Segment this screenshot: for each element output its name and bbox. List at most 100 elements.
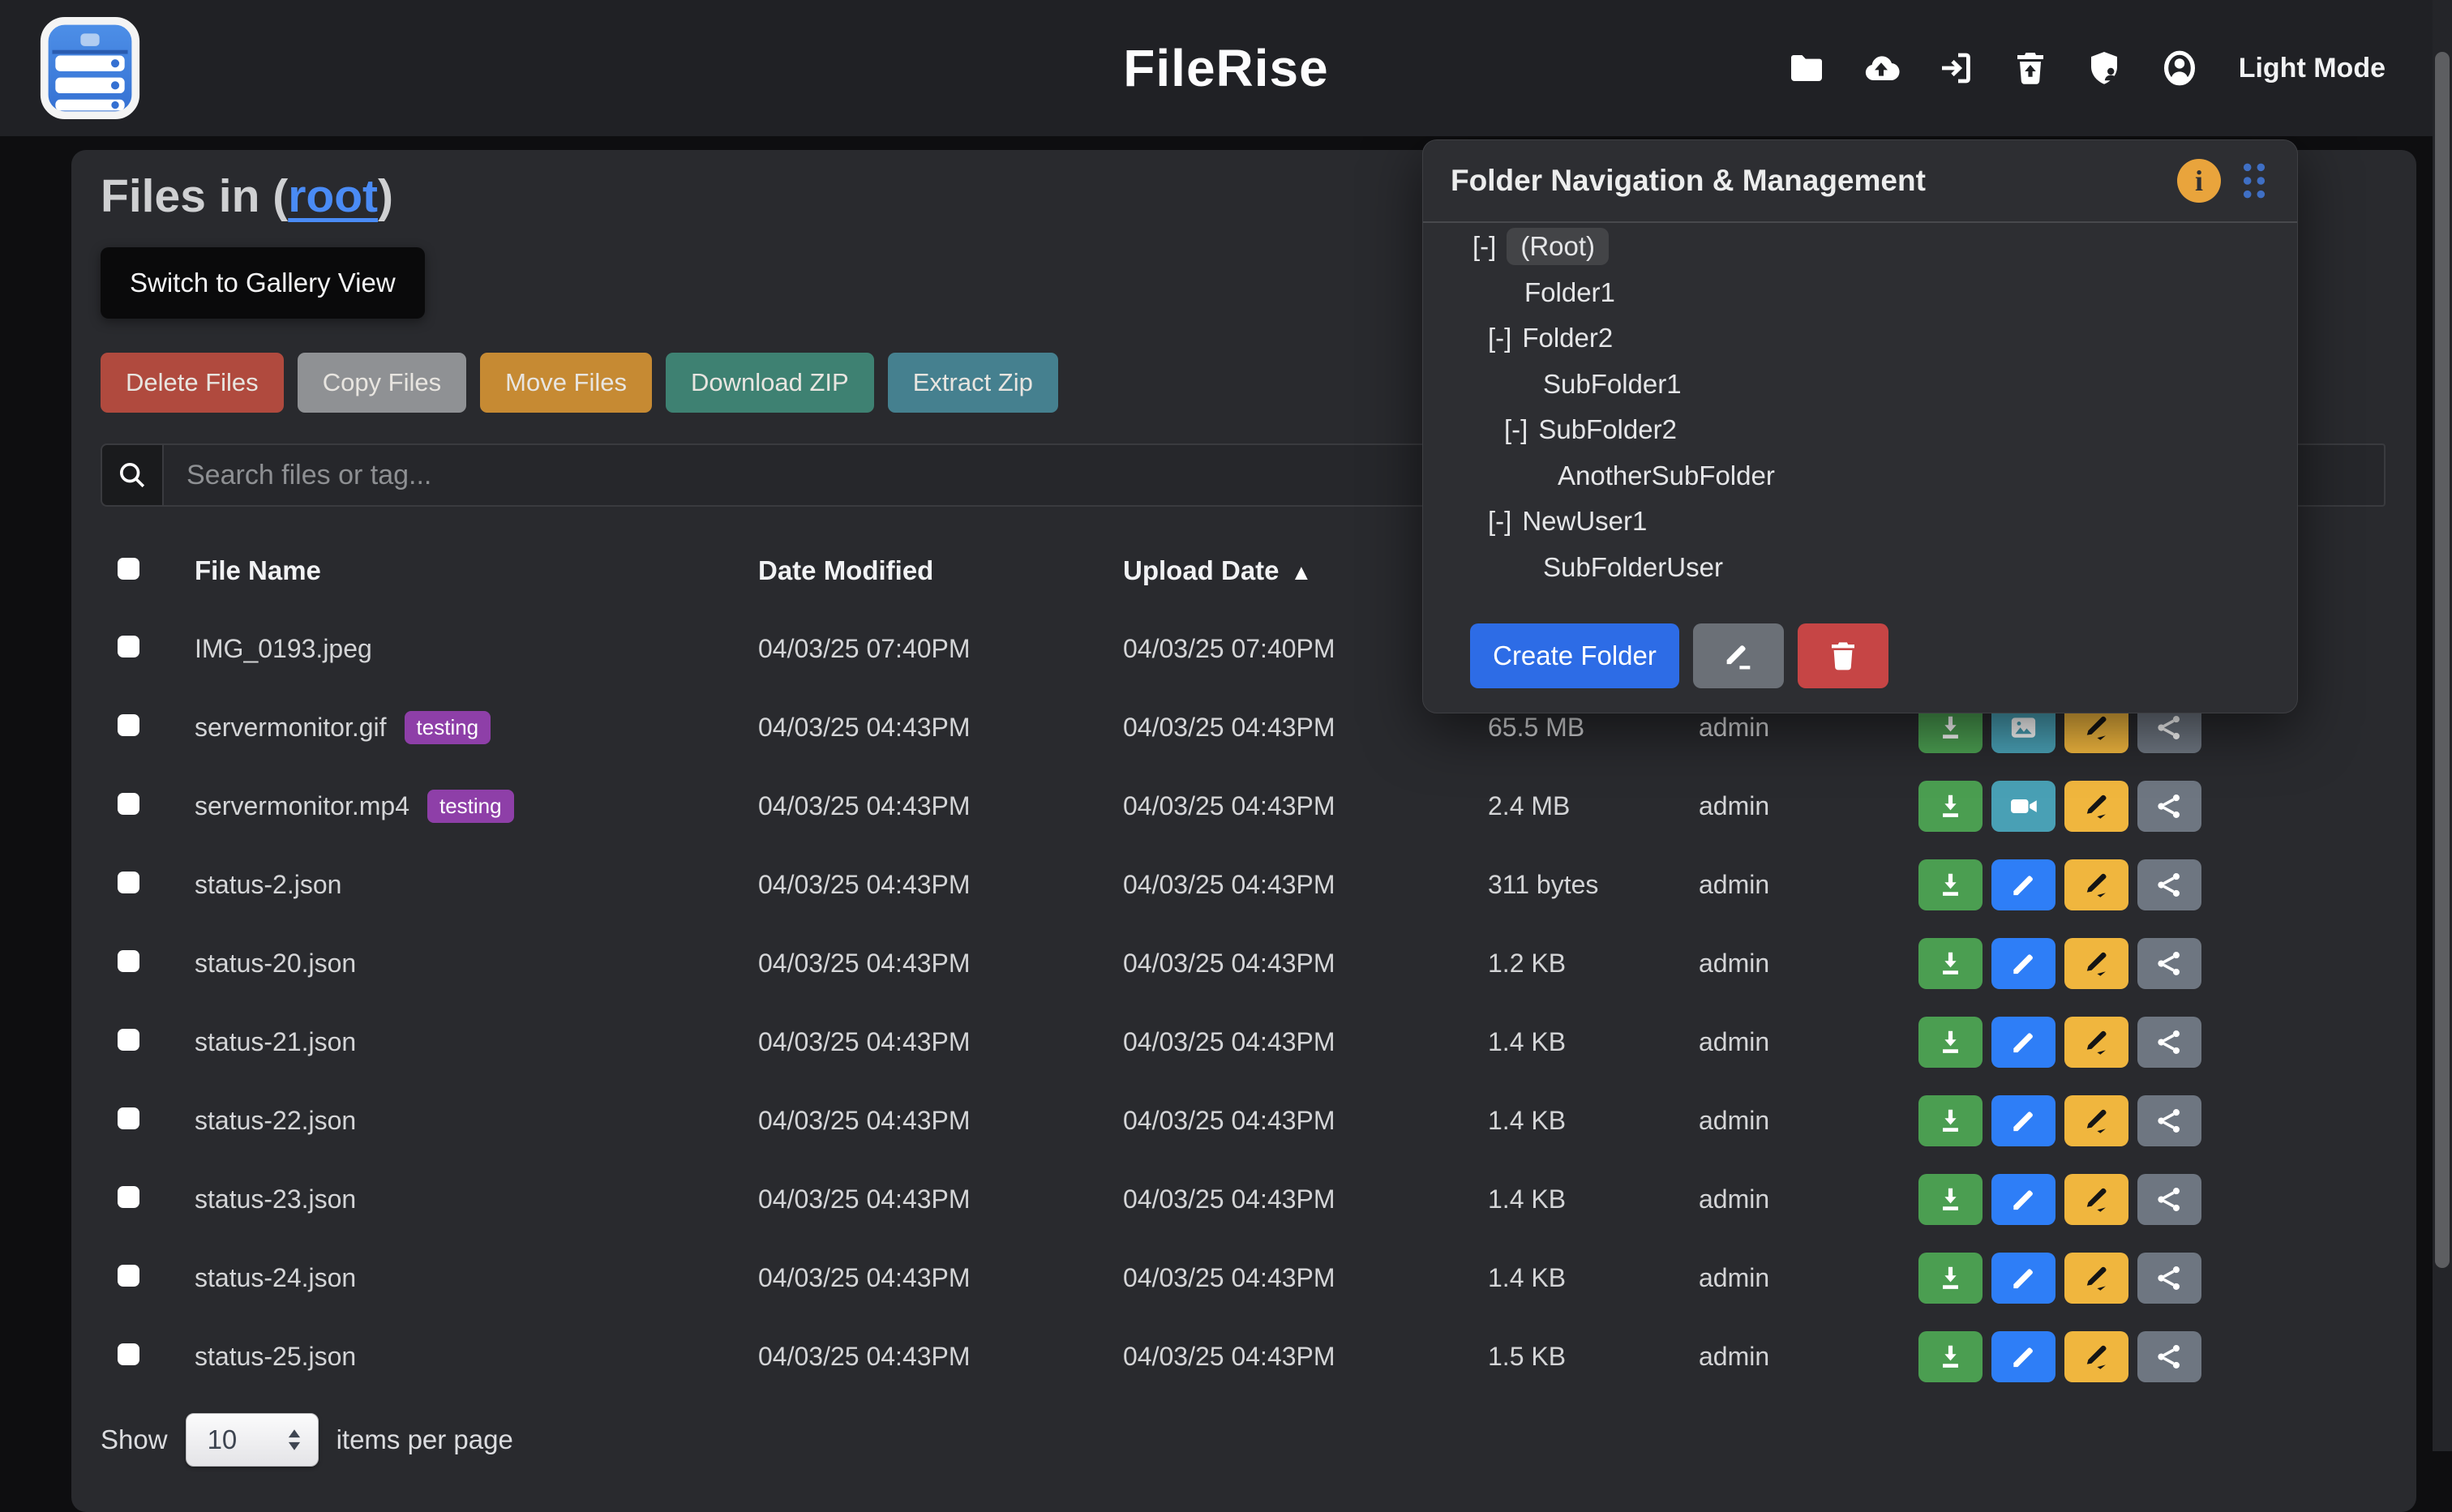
column-date-modified[interactable]: Date Modified [758,555,1123,586]
share-button[interactable] [2137,1095,2201,1146]
tree-label[interactable]: SubFolder2 [1538,414,1677,445]
tree-label[interactable]: Folder2 [1522,323,1613,353]
row-checkbox[interactable] [118,1186,139,1208]
tree-item-subfolder1[interactable]: SubFolder1 [1423,362,2297,408]
download-button[interactable] [1918,781,1983,832]
copy-files-button[interactable]: Copy Files [298,353,466,413]
cloud-upload-icon[interactable] [1861,48,1901,88]
switch-gallery-view-button[interactable]: Switch to Gallery View [101,247,425,319]
share-button[interactable] [2137,781,2201,832]
row-checkbox[interactable] [118,950,139,972]
row-checkbox[interactable] [118,1265,139,1287]
tree-toggle[interactable]: [-] [1488,506,1511,537]
file-name[interactable]: status-2.json [195,870,341,900]
rename-button[interactable] [2064,1253,2128,1304]
create-folder-button[interactable]: Create Folder [1470,623,1679,688]
file-name[interactable]: status-23.json [195,1184,356,1214]
extract-zip-button[interactable]: Extract Zip [888,353,1058,413]
tree-label[interactable]: SubFolder1 [1543,369,1682,400]
account-icon[interactable] [2159,48,2200,88]
info-icon[interactable]: i [2177,159,2221,203]
delete-files-button[interactable]: Delete Files [101,353,284,413]
file-name[interactable]: status-20.json [195,949,356,979]
rename-button[interactable] [2064,1017,2128,1068]
tree-label[interactable]: SubFolderUser [1543,552,1723,583]
shield-user-icon[interactable] [2085,48,2125,88]
download-button[interactable] [1918,1331,1983,1382]
file-name[interactable]: status-22.json [195,1106,356,1136]
row-checkbox[interactable] [118,793,139,815]
logout-icon[interactable] [1935,48,1976,88]
download-button[interactable] [1918,1174,1983,1225]
tree-item-subfolderuser[interactable]: SubFolderUser [1423,545,2297,591]
edit-button[interactable] [1991,938,2055,989]
download-zip-button[interactable]: Download ZIP [666,353,874,413]
drag-handle-icon[interactable] [2239,159,2270,203]
tree-item-folder2[interactable]: [-] Folder2 [1423,315,2297,362]
tree-toggle[interactable]: [-] [1472,231,1496,262]
select-all-checkbox[interactable] [118,558,139,580]
row-checkbox[interactable] [118,1107,139,1129]
rename-button[interactable] [2064,859,2128,910]
edit-button[interactable] [1991,1095,2055,1146]
tree-label[interactable]: NewUser1 [1522,506,1647,537]
tree-item-anothersubfolder[interactable]: AnotherSubFolder [1423,453,2297,499]
scrollbar-thumb[interactable] [2435,52,2450,1268]
file-name[interactable]: status-25.json [195,1342,356,1372]
row-checkbox[interactable] [118,714,139,736]
edit-button[interactable] [1991,1174,2055,1225]
delete-folder-button[interactable] [1798,623,1888,688]
rename-button[interactable] [2064,1331,2128,1382]
edit-button[interactable] [1991,859,2055,910]
file-name[interactable]: IMG_0193.jpeg [195,634,372,664]
tree-item-root[interactable]: [-] (Root) [1423,224,2297,270]
file-name[interactable]: servermonitor.gif [195,713,387,743]
file-name[interactable]: servermonitor.mp4 [195,791,409,821]
items-per-page-select[interactable]: 10 [186,1413,319,1467]
share-button[interactable] [2137,1174,2201,1225]
share-button[interactable] [2137,1331,2201,1382]
edit-button[interactable] [1991,1331,2055,1382]
share-button[interactable] [2137,1017,2201,1068]
tree-label[interactable]: AnotherSubFolder [1558,460,1775,491]
row-checkbox[interactable] [118,872,139,893]
download-button[interactable] [1918,859,1983,910]
edit-button[interactable] [1991,1017,2055,1068]
row-checkbox[interactable] [118,1029,139,1051]
light-mode-toggle[interactable]: Light Mode [2239,53,2386,84]
tree-label[interactable]: (Root) [1507,228,1609,265]
rename-button[interactable] [2064,1174,2128,1225]
root-folder-link[interactable]: root [288,170,378,222]
download-button[interactable] [1918,1017,1983,1068]
row-checkbox[interactable] [118,1343,139,1365]
rename-button[interactable] [2064,938,2128,989]
download-button[interactable] [1918,1253,1983,1304]
rename-button[interactable] [2064,1095,2128,1146]
tag-badge[interactable]: testing [427,790,514,823]
tree-label[interactable]: Folder1 [1524,277,1615,308]
share-button[interactable] [2137,859,2201,910]
tree-item-folder1[interactable]: Folder1 [1423,270,2297,316]
window-scrollbar[interactable] [2433,0,2452,1451]
rename-button[interactable] [2064,781,2128,832]
row-checkbox[interactable] [118,636,139,657]
tree-item-newuser1[interactable]: [-] NewUser1 [1423,499,2297,545]
edit-button[interactable] [1991,1253,2055,1304]
preview-video-button[interactable] [1991,781,2055,832]
share-button[interactable] [2137,938,2201,989]
download-button[interactable] [1918,1095,1983,1146]
column-file-name[interactable]: File Name [195,555,758,586]
move-files-button[interactable]: Move Files [480,353,652,413]
trash-restore-icon[interactable] [2010,48,2051,88]
file-name[interactable]: status-21.json [195,1027,356,1057]
file-name[interactable]: status-24.json [195,1263,356,1293]
rename-folder-button[interactable] [1693,623,1784,688]
tree-toggle[interactable]: [-] [1504,414,1528,445]
tree-item-subfolder2[interactable]: [-] SubFolder2 [1423,407,2297,453]
download-button[interactable] [1918,938,1983,989]
tree-toggle[interactable]: [-] [1488,323,1511,353]
file-size: 1.2 KB [1488,949,1699,979]
tag-badge[interactable]: testing [405,711,491,744]
share-button[interactable] [2137,1253,2201,1304]
folder-icon[interactable] [1786,48,1827,88]
